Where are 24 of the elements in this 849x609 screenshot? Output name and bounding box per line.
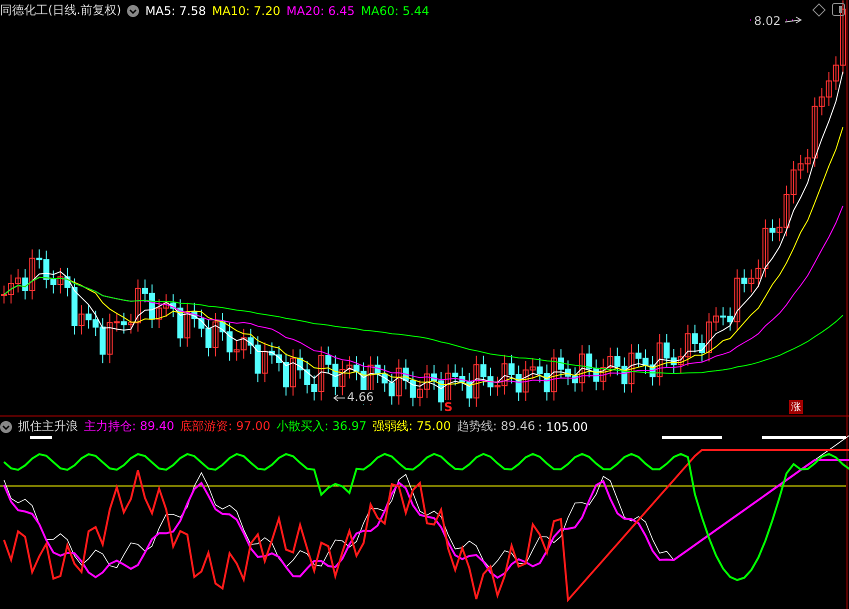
indicator-value: 强弱线: 75.00 [372,418,451,435]
diamond-icon[interactable] [812,3,826,17]
signal-bar [662,436,722,439]
sell-signal: S [444,400,453,414]
ma-value: MA10: 7.20 [212,4,280,18]
indicator-value: 小散买入: 36.97 [276,418,367,435]
dropdown-icon[interactable] [127,4,140,16]
indicator-value: 主力持仓: 89.40 [84,418,174,435]
high-price-arrow [784,16,802,24]
indicator-value: 趋势线: 89.46 [456,418,536,435]
ma-value: MA5: 7.58 [145,4,206,18]
indicator-value: 底部游资: 97.00 [180,418,270,435]
indicator-value: : 105.00 [538,420,588,434]
chart-title: 同德化工(日线.前复权) [0,2,122,19]
panel-toggle-icon[interactable] [832,3,845,16]
ma-value: MA60: 5.44 [360,4,430,18]
low-price-arrow [333,394,346,402]
rise-signal: 涨 [789,400,803,414]
indicator-name: 抓住主升浪 [18,418,78,435]
high-price-label: 8.02 [754,14,781,28]
ma-value: MA20: 6.45 [286,4,355,18]
low-price-label: 4.66 [347,390,374,404]
signal-bar [30,436,52,439]
dropdown-icon[interactable] [0,420,12,432]
